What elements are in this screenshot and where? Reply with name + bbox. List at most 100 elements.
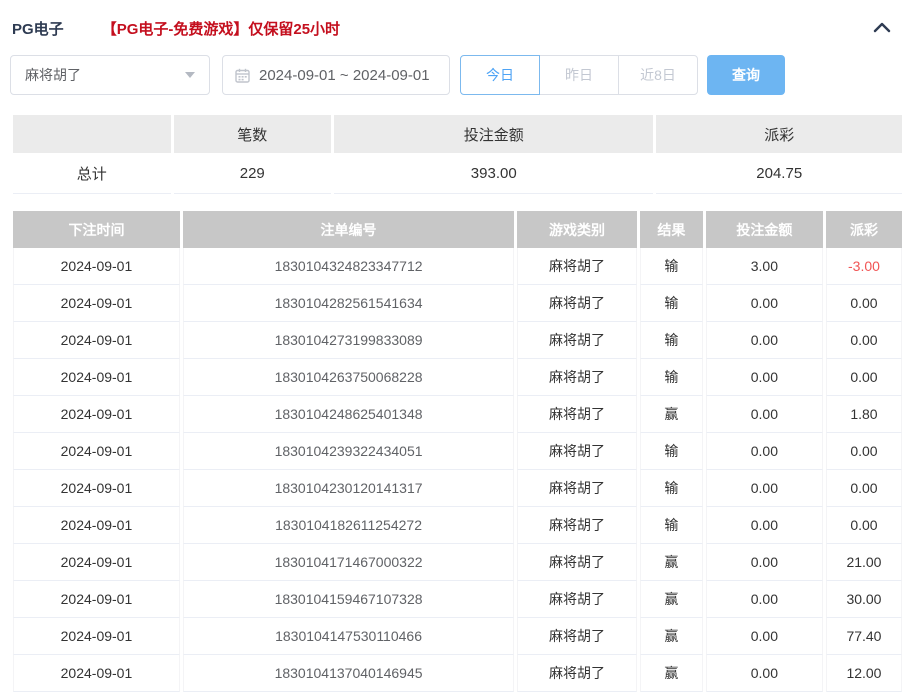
table-row: 2024-09-01 1830104263750068228 麻将胡了 输 0.… — [13, 359, 902, 396]
col-header-payout: 派彩 — [826, 211, 902, 248]
cell-game-type: 麻将胡了 — [517, 470, 637, 507]
game-type-select-value: 麻将胡了 — [25, 65, 81, 85]
cell-bet-amount: 0.00 — [706, 470, 823, 507]
cell-payout: 0.00 — [826, 322, 902, 359]
cell-bet-amount: 0.00 — [706, 544, 823, 581]
cell-bet-date: 2024-09-01 — [13, 544, 180, 581]
cell-bet-number: 1830104147530110466 — [183, 618, 514, 655]
quick-button-today[interactable]: 今日 — [460, 55, 540, 95]
panel-header: PG电子 【PG电子-免费游戏】仅保留25小时 — [0, 0, 915, 39]
cell-bet-amount: 0.00 — [706, 655, 823, 692]
cell-bet-number: 1830104263750068228 — [183, 359, 514, 396]
cell-result: 赢 — [640, 655, 703, 692]
cell-game-type: 麻将胡了 — [517, 581, 637, 618]
cell-bet-number: 1830104171467000322 — [183, 544, 514, 581]
table-row: 2024-09-01 1830104248625401348 麻将胡了 赢 0.… — [13, 396, 902, 433]
col-header-result: 结果 — [640, 211, 703, 248]
summary-header-bet-amount: 投注金额 — [334, 115, 653, 153]
game-type-select[interactable]: 麻将胡了 — [10, 55, 210, 95]
panel-notice: 【PG电子-免费游戏】仅保留25小时 — [102, 18, 340, 39]
cell-bet-date: 2024-09-01 — [13, 359, 180, 396]
cell-payout: 77.40 — [826, 618, 902, 655]
chevron-up-icon — [873, 21, 891, 36]
cell-bet-date: 2024-09-01 — [13, 618, 180, 655]
quick-button-yesterday[interactable]: 昨日 — [539, 55, 619, 95]
cell-game-type: 麻将胡了 — [517, 433, 637, 470]
cell-result: 赢 — [640, 618, 703, 655]
cell-bet-number: 1830104273199833089 — [183, 322, 514, 359]
table-row: 2024-09-01 1830104324823347712 麻将胡了 输 3.… — [13, 248, 902, 285]
pg-games-panel: PG电子 【PG电子-免费游戏】仅保留25小时 麻将胡了 2024-09-01 … — [0, 0, 915, 699]
cell-game-type: 麻将胡了 — [517, 248, 637, 285]
cell-bet-amount: 0.00 — [706, 285, 823, 322]
cell-bet-number: 1830104248625401348 — [183, 396, 514, 433]
cell-game-type: 麻将胡了 — [517, 655, 637, 692]
cell-game-type: 麻将胡了 — [517, 544, 637, 581]
cell-payout: 30.00 — [826, 581, 902, 618]
cell-result: 输 — [640, 507, 703, 544]
cell-bet-date: 2024-09-01 — [13, 581, 180, 618]
table-row: 2024-09-01 1830104171467000322 麻将胡了 赢 0.… — [13, 544, 902, 581]
summary-total-bet-amount: 393.00 — [334, 153, 653, 194]
cell-bet-number: 1830104159467107328 — [183, 581, 514, 618]
summary-total-payout: 204.75 — [656, 153, 902, 194]
cell-bet-date: 2024-09-01 — [13, 470, 180, 507]
cell-bet-number: 1830104282561541634 — [183, 285, 514, 322]
cell-bet-number: 1830104239322434051 — [183, 433, 514, 470]
summary-table: 笔数 投注金额 派彩 总计 229 393.00 204.75 — [10, 115, 905, 194]
col-header-bet-amount: 投注金额 — [706, 211, 823, 248]
cell-result: 输 — [640, 359, 703, 396]
cell-bet-amount: 0.00 — [706, 507, 823, 544]
cell-bet-date: 2024-09-01 — [13, 285, 180, 322]
summary-header-row: 笔数 投注金额 派彩 — [13, 115, 902, 153]
cell-bet-date: 2024-09-01 — [13, 322, 180, 359]
cell-result: 输 — [640, 470, 703, 507]
cell-game-type: 麻将胡了 — [517, 507, 637, 544]
cell-bet-number: 1830104324823347712 — [183, 248, 514, 285]
cell-payout: 0.00 — [826, 285, 902, 322]
cell-game-type: 麻将胡了 — [517, 396, 637, 433]
cell-bet-number: 1830104230120141317 — [183, 470, 514, 507]
filter-row: 麻将胡了 2024-09-01 ~ 2024-09-01 今日 昨日 近8日 查… — [0, 55, 915, 95]
calendar-icon — [235, 68, 250, 83]
cell-bet-amount: 0.00 — [706, 581, 823, 618]
cell-payout: -3.00 — [826, 248, 902, 285]
table-row: 2024-09-01 1830104282561541634 麻将胡了 输 0.… — [13, 285, 902, 322]
cell-payout: 21.00 — [826, 544, 902, 581]
cell-result: 输 — [640, 285, 703, 322]
collapse-panel-button[interactable] — [873, 21, 891, 36]
cell-result: 输 — [640, 433, 703, 470]
summary-total-row: 总计 229 393.00 204.75 — [13, 153, 902, 194]
col-header-bet-time: 下注时间 — [13, 211, 180, 248]
cell-payout: 0.00 — [826, 507, 902, 544]
table-row: 2024-09-01 1830104239322434051 麻将胡了 输 0.… — [13, 433, 902, 470]
bet-records-table: 下注时间 注单编号 游戏类别 结果 投注金额 派彩 2024-09-01 183… — [10, 211, 905, 692]
summary-header-blank — [13, 115, 171, 153]
cell-result: 赢 — [640, 544, 703, 581]
cell-bet-date: 2024-09-01 — [13, 248, 180, 285]
cell-result: 赢 — [640, 581, 703, 618]
panel-title: PG电子 — [12, 18, 64, 39]
cell-game-type: 麻将胡了 — [517, 285, 637, 322]
table-row: 2024-09-01 1830104137040146945 麻将胡了 赢 0.… — [13, 655, 902, 692]
cell-game-type: 麻将胡了 — [517, 618, 637, 655]
date-range-picker[interactable]: 2024-09-01 ~ 2024-09-01 — [222, 55, 450, 95]
summary-total-count: 229 — [174, 153, 332, 194]
quick-button-last8days[interactable]: 近8日 — [618, 55, 698, 95]
cell-bet-number: 1830104182611254272 — [183, 507, 514, 544]
cell-payout: 0.00 — [826, 470, 902, 507]
date-range-value: 2024-09-01 ~ 2024-09-01 — [259, 67, 430, 84]
cell-bet-amount: 0.00 — [706, 396, 823, 433]
search-button[interactable]: 查询 — [707, 55, 785, 95]
table-row: 2024-09-01 1830104273199833089 麻将胡了 输 0.… — [13, 322, 902, 359]
cell-game-type: 麻将胡了 — [517, 322, 637, 359]
cell-result: 赢 — [640, 396, 703, 433]
cell-bet-amount: 0.00 — [706, 359, 823, 396]
cell-result: 输 — [640, 322, 703, 359]
cell-payout: 0.00 — [826, 359, 902, 396]
cell-bet-date: 2024-09-01 — [13, 507, 180, 544]
table-row: 2024-09-01 1830104147530110466 麻将胡了 赢 0.… — [13, 618, 902, 655]
cell-bet-number: 1830104137040146945 — [183, 655, 514, 692]
table-row: 2024-09-01 1830104182611254272 麻将胡了 输 0.… — [13, 507, 902, 544]
caret-down-icon — [185, 72, 195, 78]
